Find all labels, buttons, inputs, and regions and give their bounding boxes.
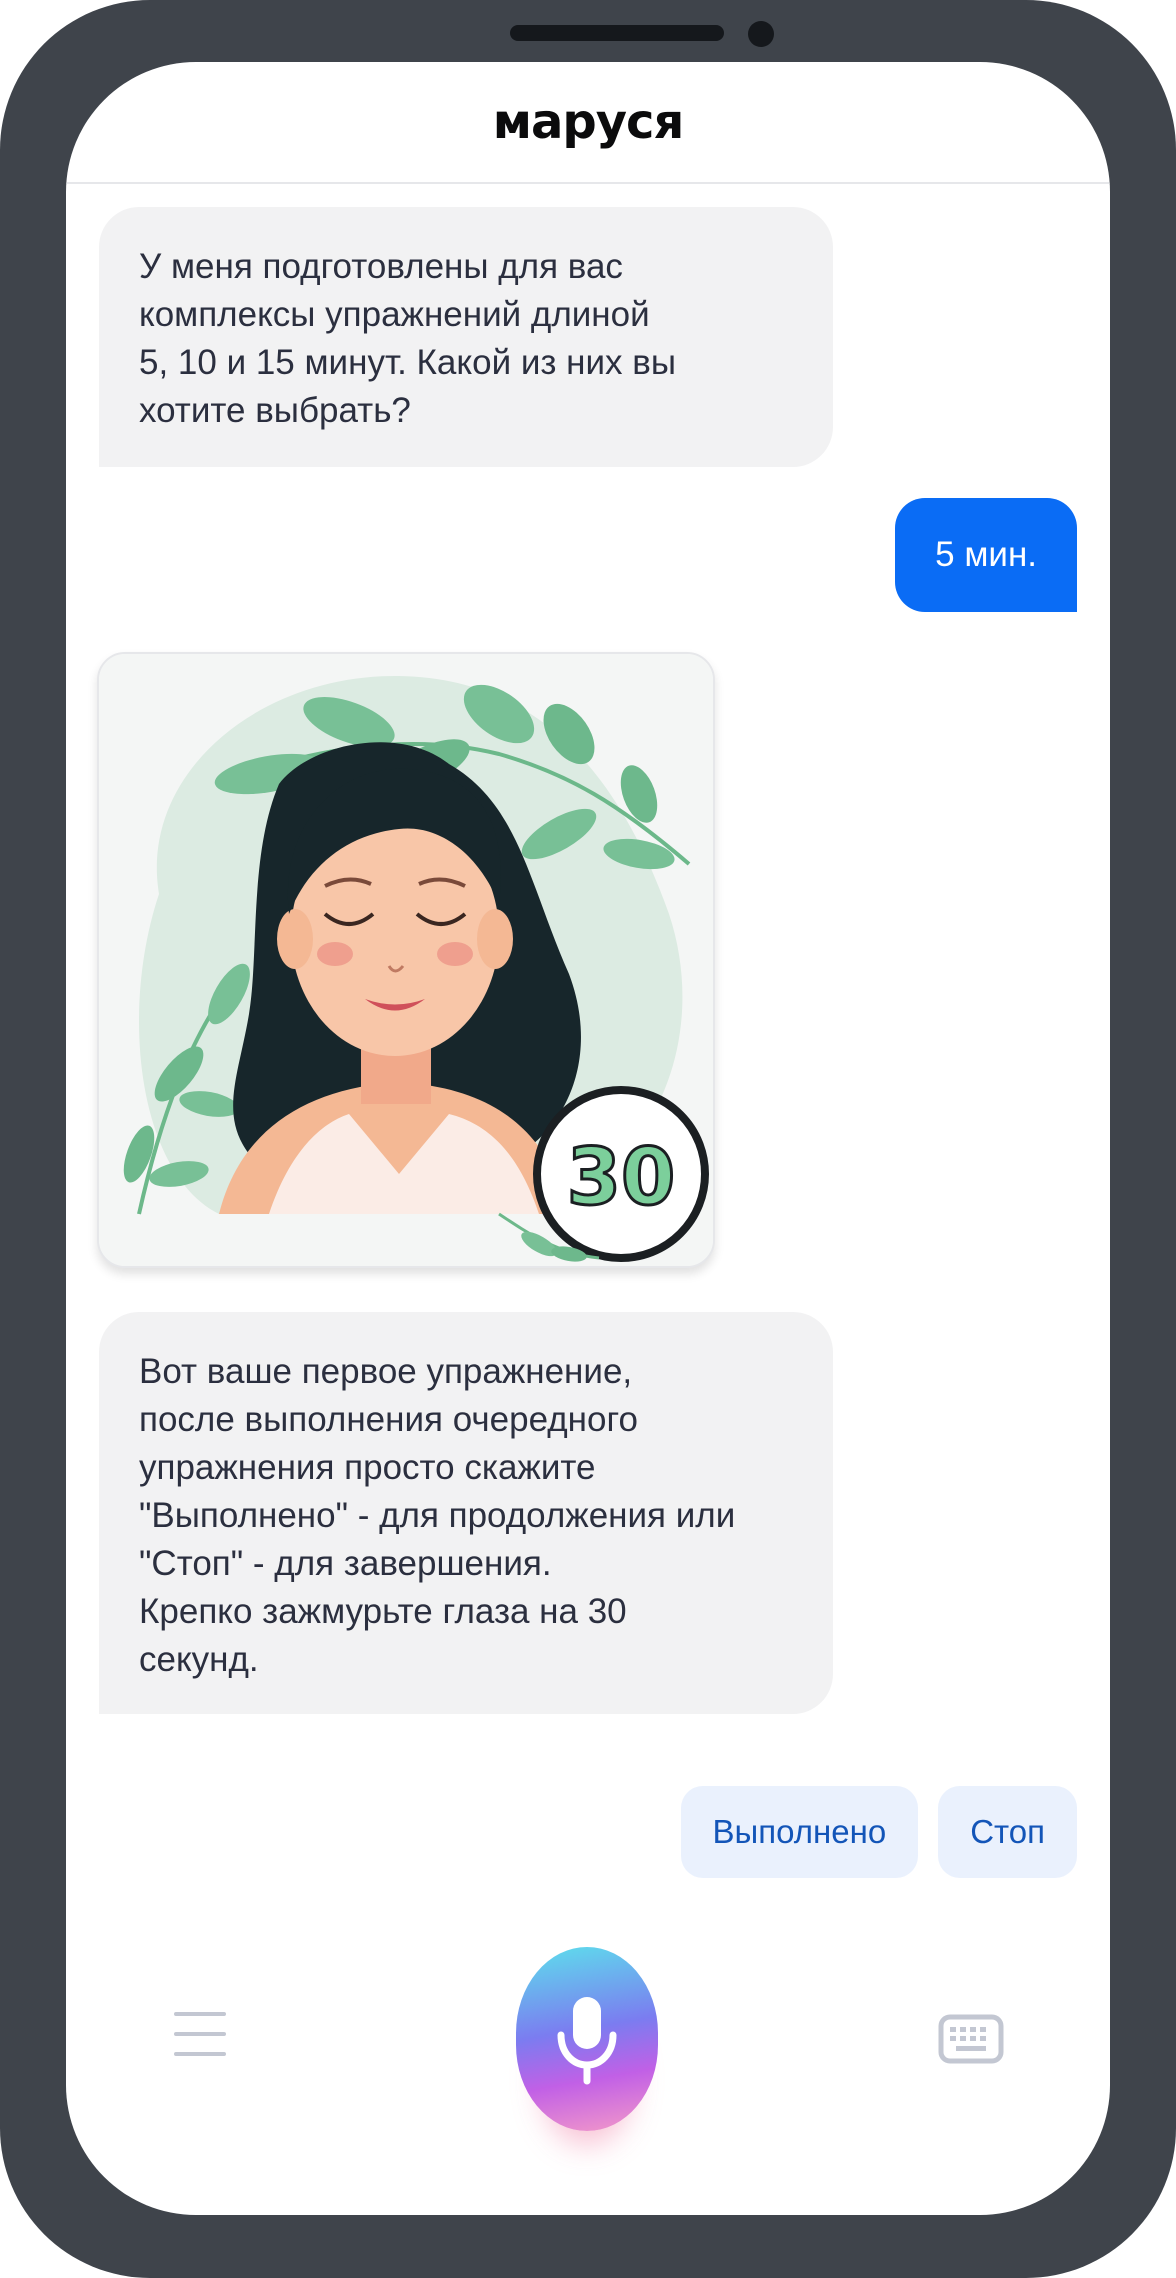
app-screen: маруся У меня подготовлены для вас компл… [66, 62, 1110, 2215]
quick-replies: Выполнено Стоп [680, 1786, 1077, 1878]
user-message: 5 мин. [895, 498, 1077, 612]
quick-reply-done-button[interactable]: Выполнено [680, 1786, 919, 1878]
user-message-text: 5 мин. [935, 535, 1037, 574]
assistant-message-text: У меня подготовлены для вас комплексы уп… [139, 247, 677, 430]
phone-frame: маруся У меня подготовлены для вас компл… [0, 0, 1176, 2278]
exercise-image-card[interactable]: 30 [97, 652, 715, 1268]
assistant-message: Вот ваше первое упражнение, после выполн… [99, 1312, 833, 1714]
quick-reply-stop-button[interactable]: Стоп [938, 1786, 1077, 1878]
assistant-message-text: Вот ваше первое упражнение, после выполн… [139, 1352, 736, 1679]
phone-camera [748, 21, 774, 47]
app-logo: маруся [492, 94, 685, 150]
voice-assistant-button[interactable] [516, 1947, 658, 2131]
app-header: маруся [66, 62, 1110, 184]
microphone-icon [557, 1997, 617, 2085]
woman-illustration: 30 [99, 654, 713, 1266]
phone-speaker [510, 25, 724, 41]
bottom-bar [66, 1932, 1110, 2172]
badge-number: 30 [567, 1133, 676, 1223]
assistant-message: У меня подготовлены для вас комплексы уп… [99, 207, 833, 467]
hamburger-menu-icon[interactable] [174, 2012, 226, 2056]
keyboard-icon[interactable] [938, 2014, 1004, 2064]
